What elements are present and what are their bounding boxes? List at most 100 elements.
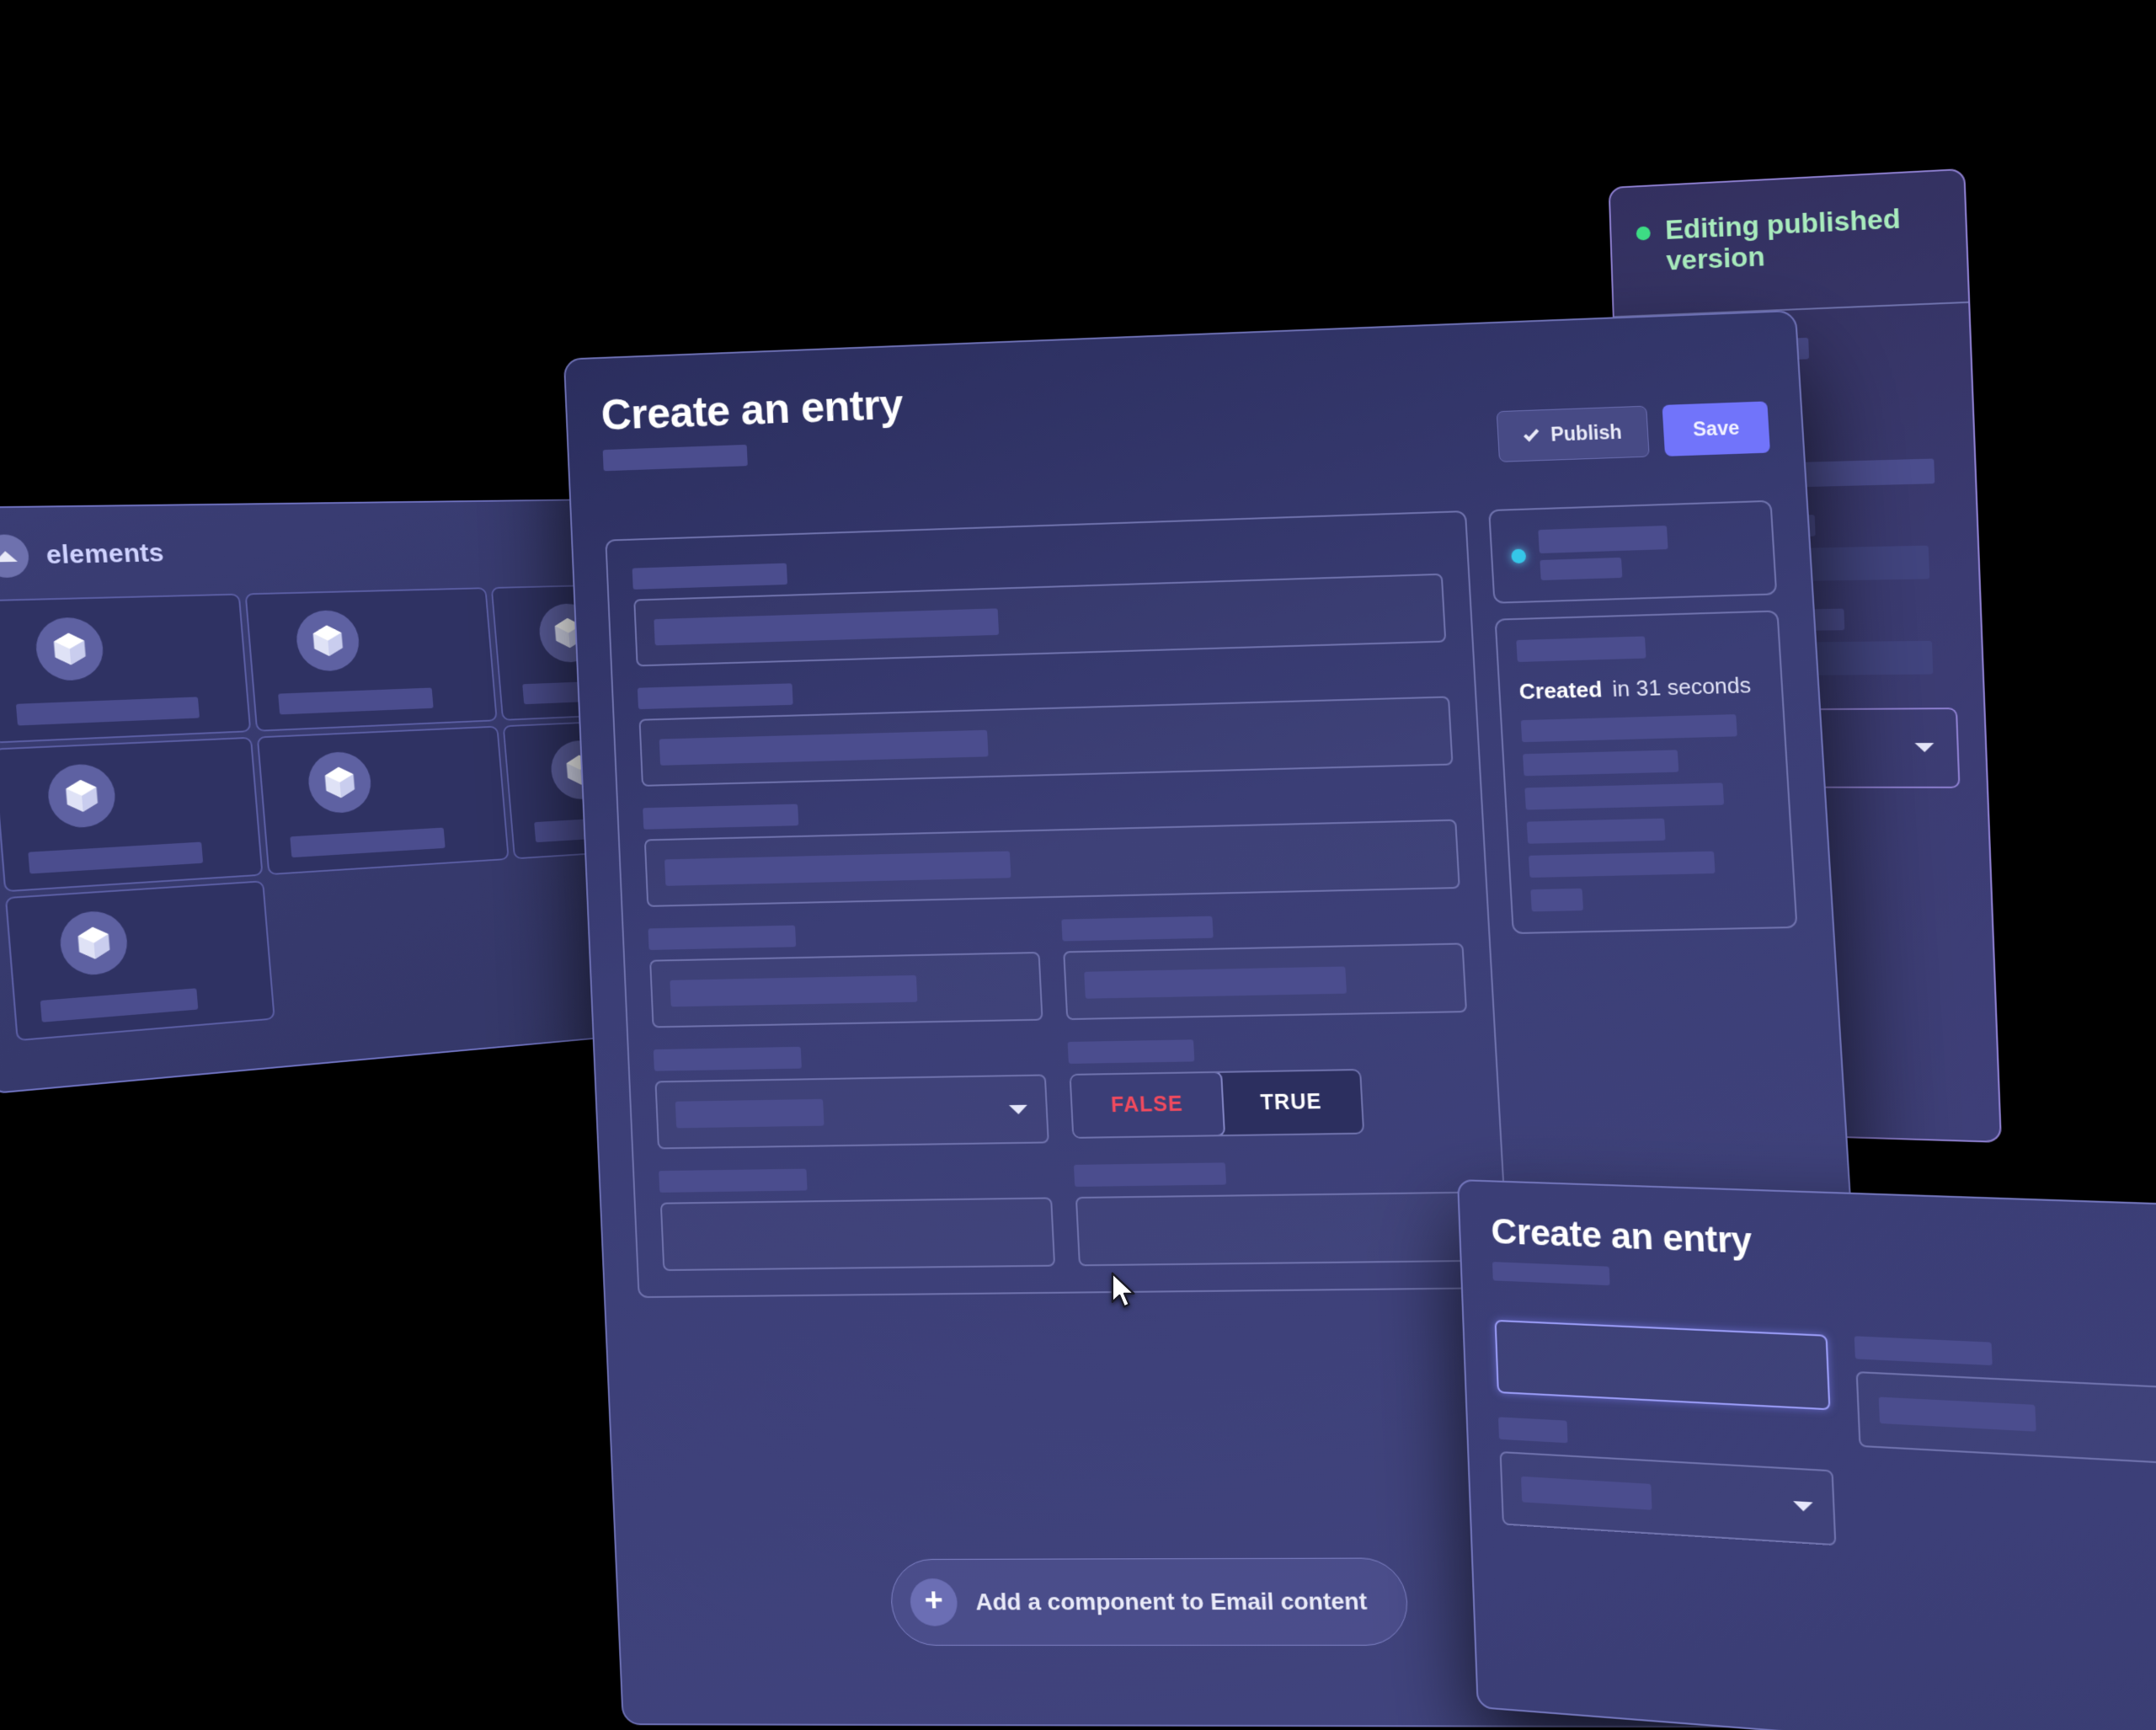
input-value-skeleton <box>664 851 1011 886</box>
chevron-down-icon <box>1914 743 1935 753</box>
created-row: Created in 31 seconds <box>1518 667 1764 708</box>
create-entry-body: FALSE TRUE Created in 31 seconds <box>571 465 1854 1299</box>
field-label-skeleton <box>643 804 799 830</box>
created-value: in 31 seconds <box>1611 672 1752 702</box>
elements-panel-title: elements <box>45 538 165 569</box>
element-card[interactable] <box>4 880 275 1042</box>
element-card-label-skeleton <box>15 697 200 726</box>
publish-button-label: Publish <box>1550 420 1623 446</box>
secondary-panel-header: Create an entry <box>1491 1211 2156 1311</box>
cube-icon <box>34 617 106 682</box>
secondary-panel-body <box>1494 1319 2156 1571</box>
entry-actions: Publish Save <box>1496 401 1770 462</box>
screenshot-stage: elements Editing published version Creat… <box>0 0 2156 1730</box>
created-label: Created <box>1518 676 1604 705</box>
element-card[interactable] <box>244 587 498 732</box>
select-input[interactable] <box>1855 1371 2156 1467</box>
select-value-skeleton <box>1521 1476 1652 1510</box>
form-row <box>648 910 1468 1028</box>
add-component-button[interactable]: + Add a component to Email content <box>889 1557 1410 1646</box>
cube-icon <box>294 609 361 672</box>
skeleton-bar <box>1516 636 1646 663</box>
form-field <box>1061 910 1468 1021</box>
element-card-label-skeleton <box>290 827 446 858</box>
toggle-option-true[interactable]: TRUE <box>1220 1071 1363 1135</box>
input-value-skeleton <box>659 729 989 766</box>
entry-status-card <box>1488 499 1778 604</box>
form-field <box>653 1043 1049 1150</box>
focused-text-input[interactable] <box>1494 1319 1831 1411</box>
save-button-label: Save <box>1692 416 1741 441</box>
text-input[interactable] <box>1063 942 1468 1021</box>
text-input[interactable] <box>659 1197 1056 1272</box>
field-label-skeleton <box>1067 1039 1195 1064</box>
entry-form: FALSE TRUE <box>605 510 1511 1299</box>
page-subtitle-skeleton <box>602 444 748 472</box>
publish-button[interactable]: Publish <box>1496 405 1651 462</box>
add-component-label: Add a component to Email content <box>974 1588 1368 1615</box>
input-value-skeleton <box>670 974 918 1007</box>
skeleton-bar <box>1538 526 1668 554</box>
cube-glyph <box>77 926 110 960</box>
element-card[interactable] <box>0 736 264 893</box>
entry-info-card: Created in 31 seconds <box>1494 610 1798 935</box>
form-field <box>643 788 1460 907</box>
element-card-label-skeleton <box>28 841 204 874</box>
toggle-option-false[interactable]: FALSE <box>1069 1071 1225 1139</box>
input-value-skeleton <box>1084 966 1348 999</box>
skeleton-bar <box>1528 851 1716 878</box>
secondary-form-column <box>1854 1336 2156 1570</box>
element-card[interactable] <box>256 725 510 876</box>
cube-glyph <box>312 625 344 657</box>
form-row: FALSE TRUE <box>653 1034 1475 1150</box>
text-input[interactable] <box>1075 1191 1481 1267</box>
element-card-label-skeleton <box>278 687 434 715</box>
text-input[interactable] <box>638 696 1454 787</box>
field-label-skeleton <box>637 683 793 710</box>
cube-glyph <box>324 766 355 798</box>
chevron-down-icon <box>1008 1104 1028 1114</box>
text-input[interactable] <box>643 819 1460 907</box>
element-card-label-skeleton <box>40 988 199 1023</box>
chevron-down-icon <box>1793 1500 1814 1512</box>
plus-icon: + <box>909 1578 958 1626</box>
form-field <box>637 664 1454 787</box>
skeleton-bar <box>1540 557 1623 581</box>
select-value-skeleton <box>675 1098 825 1129</box>
select-input[interactable] <box>654 1074 1049 1150</box>
field-label-skeleton <box>1073 1162 1227 1188</box>
element-card[interactable] <box>0 593 252 744</box>
field-label-skeleton <box>632 563 788 590</box>
status-dot-icon <box>1511 548 1527 563</box>
form-row <box>659 1159 1481 1272</box>
form-field <box>659 1165 1056 1272</box>
form-field <box>1073 1159 1481 1267</box>
boolean-toggle[interactable]: FALSE TRUE <box>1069 1068 1364 1139</box>
chevron-up-icon[interactable] <box>0 534 31 579</box>
save-button[interactable]: Save <box>1662 401 1770 457</box>
field-label-skeleton <box>1497 1417 1568 1444</box>
select-value-skeleton <box>1878 1396 2036 1432</box>
skeleton-bar <box>1526 818 1666 844</box>
cube-icon <box>45 762 118 830</box>
published-version-header: Editing published version <box>1636 201 1940 278</box>
text-input[interactable] <box>633 573 1447 667</box>
cube-glyph <box>53 633 87 665</box>
published-version-title: Editing published version <box>1664 203 1902 276</box>
cube-icon <box>306 750 374 814</box>
entry-status-skeletons <box>1538 526 1669 581</box>
skeleton-bar <box>1520 714 1737 743</box>
entry-meta-sidebar: Created in 31 seconds <box>1488 499 1819 1289</box>
cube-glyph <box>65 779 99 813</box>
chevron-up-glyph <box>0 550 18 562</box>
field-label-skeleton <box>1854 1336 1993 1366</box>
text-input[interactable] <box>649 951 1043 1028</box>
field-label-skeleton <box>653 1046 802 1071</box>
secondary-subtitle-skeleton <box>1492 1262 1610 1286</box>
select-input[interactable] <box>1499 1450 1837 1546</box>
skeleton-bar <box>1530 888 1584 912</box>
form-field <box>648 920 1043 1028</box>
create-entry-secondary-panel: Create an entry <box>1457 1179 2156 1730</box>
skeleton-bar <box>1524 782 1725 810</box>
secondary-form-column <box>1494 1319 1837 1546</box>
